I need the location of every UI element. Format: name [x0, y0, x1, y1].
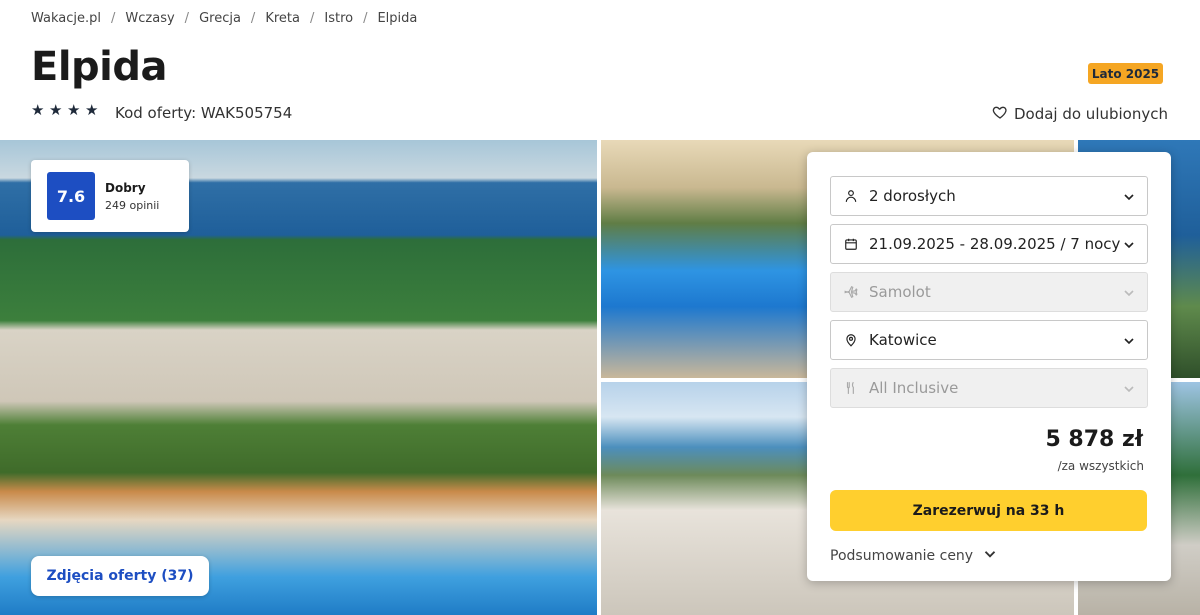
location-pin-icon	[843, 332, 859, 348]
star-icon: ★	[31, 101, 45, 119]
total-price: 5 878 zł	[1045, 427, 1143, 452]
dates-select[interactable]: 21.09.2025 - 28.09.2025 / 7 nocy	[830, 224, 1148, 264]
travelers-select[interactable]: 2 dorosłych	[830, 176, 1148, 216]
departure-select[interactable]: Katowice	[830, 320, 1148, 360]
breadcrumb-separator: /	[250, 10, 256, 26]
price-summary-toggle[interactable]: Podsumowanie ceny	[830, 545, 999, 567]
hotel-stars: ★ ★ ★ ★	[31, 101, 99, 119]
chevron-down-icon	[1121, 381, 1137, 397]
star-icon: ★	[85, 101, 99, 119]
breadcrumb-separator: /	[309, 10, 315, 26]
price-note: /za wszystkich	[1057, 459, 1144, 473]
chevron-down-icon	[1121, 285, 1137, 301]
board-value: All Inclusive	[869, 379, 959, 397]
departure-value: Katowice	[869, 331, 937, 349]
cutlery-icon	[843, 380, 859, 396]
transport-value: Samolot	[869, 283, 931, 301]
plane-icon	[843, 284, 859, 300]
rating-score: 7.6	[47, 172, 95, 220]
season-badge: Lato 2025	[1088, 63, 1163, 84]
offer-code: Kod oferty: WAK505754	[115, 104, 293, 122]
add-to-favorites-button[interactable]: Dodaj do ulubionych	[992, 104, 1168, 124]
breadcrumb-link-country[interactable]: Grecja	[199, 11, 241, 26]
book-button[interactable]: Zarezerwuj na 33 h	[830, 490, 1147, 531]
person-icon	[843, 188, 859, 204]
star-icon: ★	[49, 101, 63, 119]
page-title: Elpida	[31, 44, 168, 90]
heart-icon	[992, 104, 1008, 124]
chevron-down-icon	[1121, 237, 1137, 253]
chevron-down-icon	[1121, 333, 1137, 349]
star-icon: ★	[67, 101, 81, 119]
transport-select: Samolot	[830, 272, 1148, 312]
add-to-favorites-label: Dodaj do ulubionych	[1013, 105, 1168, 123]
chevron-down-icon	[981, 545, 999, 567]
breadcrumb-separator: /	[184, 10, 190, 26]
breadcrumb-link-region[interactable]: Kreta	[265, 11, 300, 26]
breadcrumb-link-wczasy[interactable]: Wczasy	[125, 11, 174, 26]
breadcrumb-link-hotel[interactable]: Elpida	[377, 11, 417, 26]
review-count: 249 opinii	[105, 198, 160, 212]
rating-card[interactable]: 7.6 Dobry 249 opinii	[31, 160, 189, 232]
breadcrumb-link-home[interactable]: Wakacje.pl	[31, 11, 101, 26]
breadcrumb-separator: /	[363, 10, 368, 26]
calendar-icon	[843, 236, 859, 252]
view-photos-button[interactable]: Zdjęcia oferty (37)	[31, 556, 209, 596]
breadcrumb: Wakacje.pl / Wczasy / Grecja / Kreta / I…	[31, 9, 417, 27]
price-summary-label: Podsumowanie ceny	[830, 548, 974, 564]
board-select: All Inclusive	[830, 368, 1148, 408]
dates-value: 21.09.2025 - 28.09.2025 / 7 nocy	[869, 235, 1121, 253]
breadcrumb-link-city[interactable]: Istro	[324, 11, 353, 26]
rating-text: Dobry 249 opinii	[105, 181, 159, 212]
rating-label: Dobry	[105, 180, 146, 195]
booking-panel: 2 dorosłych 21.09.2025 - 28.09.2025 / 7 …	[807, 152, 1171, 581]
chevron-down-icon	[1121, 189, 1137, 205]
travelers-value: 2 dorosłych	[869, 187, 956, 205]
breadcrumb-separator: /	[111, 10, 116, 26]
